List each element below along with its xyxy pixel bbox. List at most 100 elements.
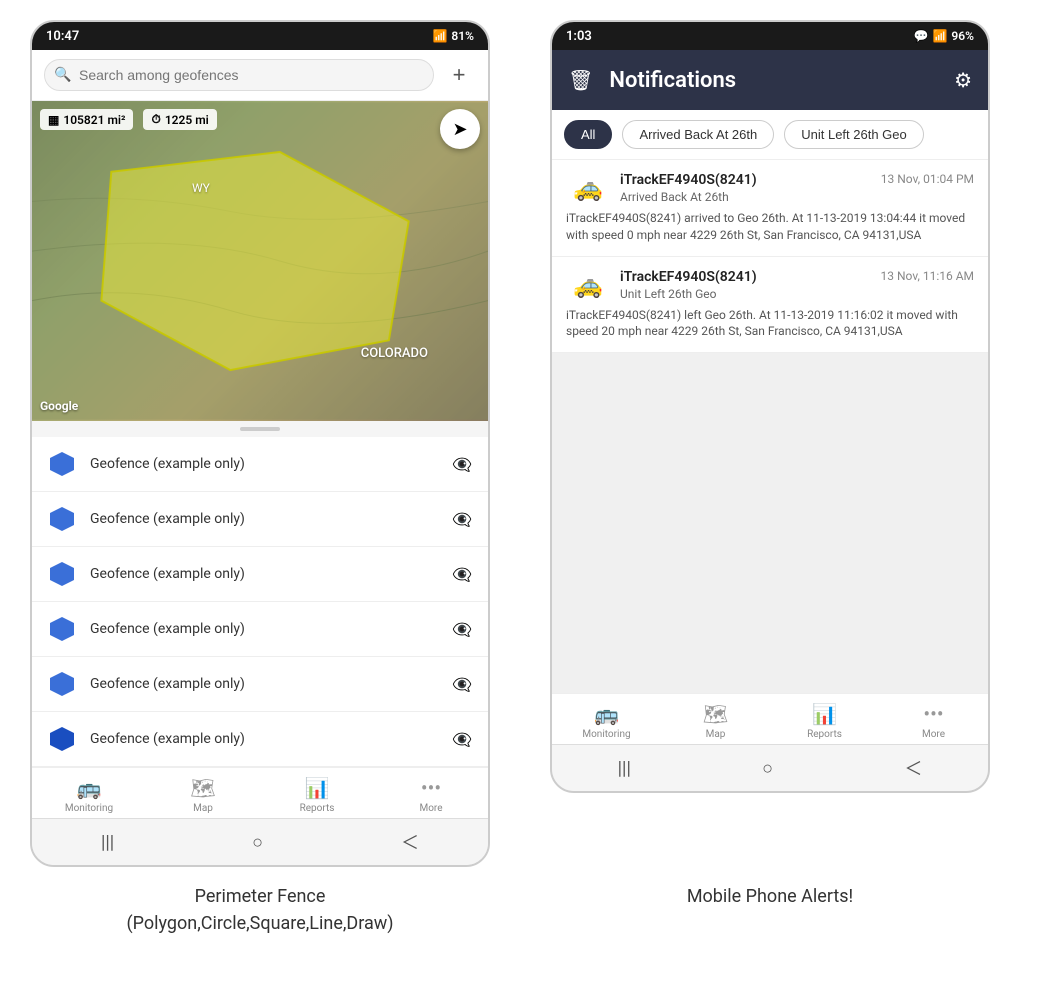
search-input[interactable] [44,59,434,91]
map-area[interactable]: ▦ 105821 mi² ⏱ 1225 mi ➤ Google WY COLOR… [32,101,488,421]
geofence-icon-3 [48,560,76,588]
notifications-header: 🗑 Notifications ⚙ [552,50,988,110]
eye-off-icon-4[interactable]: 👁‍🗨 [452,620,472,639]
notif-subtitle-1: Arrived Back At 26th [620,190,974,204]
add-geofence-button[interactable]: + [442,58,476,92]
map-area-stat: ▦ 105821 mi² [40,109,133,130]
right-bottom-nav: 🚌 Monitoring 🗺 Map 📊 Reports ••• More [552,693,988,744]
right-time: 1:03 [566,29,592,44]
chat-icon: 💬 [914,29,929,43]
list-item[interactable]: Geofence (example only) 👁‍🗨 [32,547,488,602]
notification-card-1[interactable]: 🚕 iTrackEF4940S(8241) 13 Nov, 01:04 PM A… [552,160,988,257]
compass-icon: ➤ [452,119,467,140]
map-terrain-svg [32,101,488,421]
list-item[interactable]: Geofence (example only) 👁‍🗨 [32,712,488,767]
home-button[interactable]: ○ [252,832,263,853]
geofence-list: Geofence (example only) 👁‍🗨 Geofence (ex… [32,437,488,767]
notif-body-2: iTrackEF4940S(8241) left Geo 26th. At 11… [566,307,974,341]
right-wifi: 📶 [932,29,947,43]
list-item[interactable]: Geofence (example only) 👁‍🗨 [32,602,488,657]
scroll-handle [32,421,488,437]
vehicle-name-2: iTrackEF4940S(8241) [620,269,757,285]
map-stats: ▦ 105821 mi² ⏱ 1225 mi [40,109,217,130]
map-icon: 🗺 [190,776,215,800]
geofence-icon-5 [48,670,76,698]
left-time: 10:47 [46,29,79,44]
hatch-icon: ▦ [48,113,59,127]
right-status-bar: 1:03 💬 📶 96% [552,22,988,50]
right-nav-reports[interactable]: 📊 Reports [770,702,879,740]
notifications-list: 🚕 iTrackEF4940S(8241) 13 Nov, 01:04 PM A… [552,160,988,353]
google-logo: Google [40,399,78,413]
colorado-label: COLORADO [361,346,428,361]
eye-off-icon-5[interactable]: 👁‍🗨 [452,675,472,694]
right-more-label: More [922,729,945,740]
map-distance-stat: ⏱ 1225 mi [143,109,216,130]
delete-icon[interactable]: 🗑 [568,68,593,92]
reports-label: Reports [300,803,335,814]
left-bottom-nav: 🚌 Monitoring 🗺 Map 📊 Reports ••• More [32,767,488,818]
eye-off-icon-3[interactable]: 👁‍🗨 [452,565,472,584]
right-system-nav: ||| ○ ＜ [552,744,988,791]
map-label: Map [193,803,213,814]
back-button[interactable]: ＜ [401,829,419,855]
navigation-button[interactable]: ➤ [440,109,480,149]
eye-off-icon-2[interactable]: 👁‍🗨 [452,510,472,529]
clock-icon: ⏱ [151,112,160,127]
notification-info-2: iTrackEF4940S(8241) 13 Nov, 11:16 AM Uni… [620,269,974,301]
scroll-bar [240,427,280,431]
list-item[interactable]: Geofence (example only) 👁‍🗨 [32,492,488,547]
geofence-icon-2 [48,505,76,533]
eye-off-icon-1[interactable]: 👁‍🗨 [452,455,472,474]
left-battery: 81% [451,29,474,43]
list-item[interactable]: Geofence (example only) 👁‍🗨 [32,657,488,712]
right-recent-apps-button[interactable]: ||| [618,758,631,779]
notif-time-2: 13 Nov, 11:16 AM [881,269,974,283]
left-caption: Perimeter Fence(Polygon,Circle,Square,Li… [30,883,490,937]
tab-all[interactable]: All [564,120,612,149]
nav-reports[interactable]: 📊 Reports [260,776,374,814]
right-caption: Mobile Phone Alerts! [550,883,990,937]
right-nav-map[interactable]: 🗺 Map [661,702,770,740]
more-icon: ••• [421,776,441,800]
notifications-title: Notifications [609,68,938,93]
vehicle-avatar-2: 🚕 [566,269,610,301]
right-reports-label: Reports [807,729,842,740]
reports-icon: 📊 [305,776,330,800]
search-wrapper[interactable]: 🔍 [44,59,434,91]
nav-monitoring[interactable]: 🚌 Monitoring [32,776,146,814]
notif-body-1: iTrackEF4940S(8241) arrived to Geo 26th.… [566,210,974,244]
eye-off-icon-6[interactable]: 👁‍🗨 [452,730,472,749]
notifications-empty-area [552,353,988,693]
search-bar: 🔍 + [32,50,488,101]
nav-more[interactable]: ••• More [374,776,488,814]
right-monitoring-icon: 🚌 [594,702,619,726]
left-system-nav: ||| ○ ＜ [32,818,488,865]
left-status-bar: 10:47 📶 81% [32,22,488,50]
right-phone: 1:03 💬 📶 96% 🗑 Notifications ⚙ All Arriv… [550,20,990,793]
right-reports-icon: 📊 [812,702,837,726]
right-map-icon: 🗺 [703,702,728,726]
tab-arrived[interactable]: Arrived Back At 26th [622,120,774,149]
geofence-label-1: Geofence (example only) [90,456,438,472]
recent-apps-button[interactable]: ||| [101,832,114,853]
right-home-button[interactable]: ○ [762,758,773,779]
filter-tabs: All Arrived Back At 26th Unit Left 26th … [552,110,988,160]
captions: Perimeter Fence(Polygon,Circle,Square,Li… [0,867,1054,937]
notification-card-2[interactable]: 🚕 iTrackEF4940S(8241) 13 Nov, 11:16 AM U… [552,257,988,354]
tab-unit-left[interactable]: Unit Left 26th Geo [784,120,924,149]
right-battery: 96% [951,29,974,43]
settings-icon[interactable]: ⚙ [954,68,972,92]
left-phone: 10:47 📶 81% 🔍 + [30,20,490,867]
nav-map[interactable]: 🗺 Map [146,776,260,814]
geofence-icon-4 [48,615,76,643]
car-icon-2: 🚕 [573,271,603,299]
right-back-button[interactable]: ＜ [904,755,922,781]
monitoring-icon: 🚌 [77,776,102,800]
right-more-icon: ••• [923,702,943,726]
right-nav-more[interactable]: ••• More [879,702,988,740]
more-label: More [419,803,442,814]
list-item[interactable]: Geofence (example only) 👁‍🗨 [32,437,488,492]
geofence-label-3: Geofence (example only) [90,566,438,582]
right-nav-monitoring[interactable]: 🚌 Monitoring [552,702,661,740]
